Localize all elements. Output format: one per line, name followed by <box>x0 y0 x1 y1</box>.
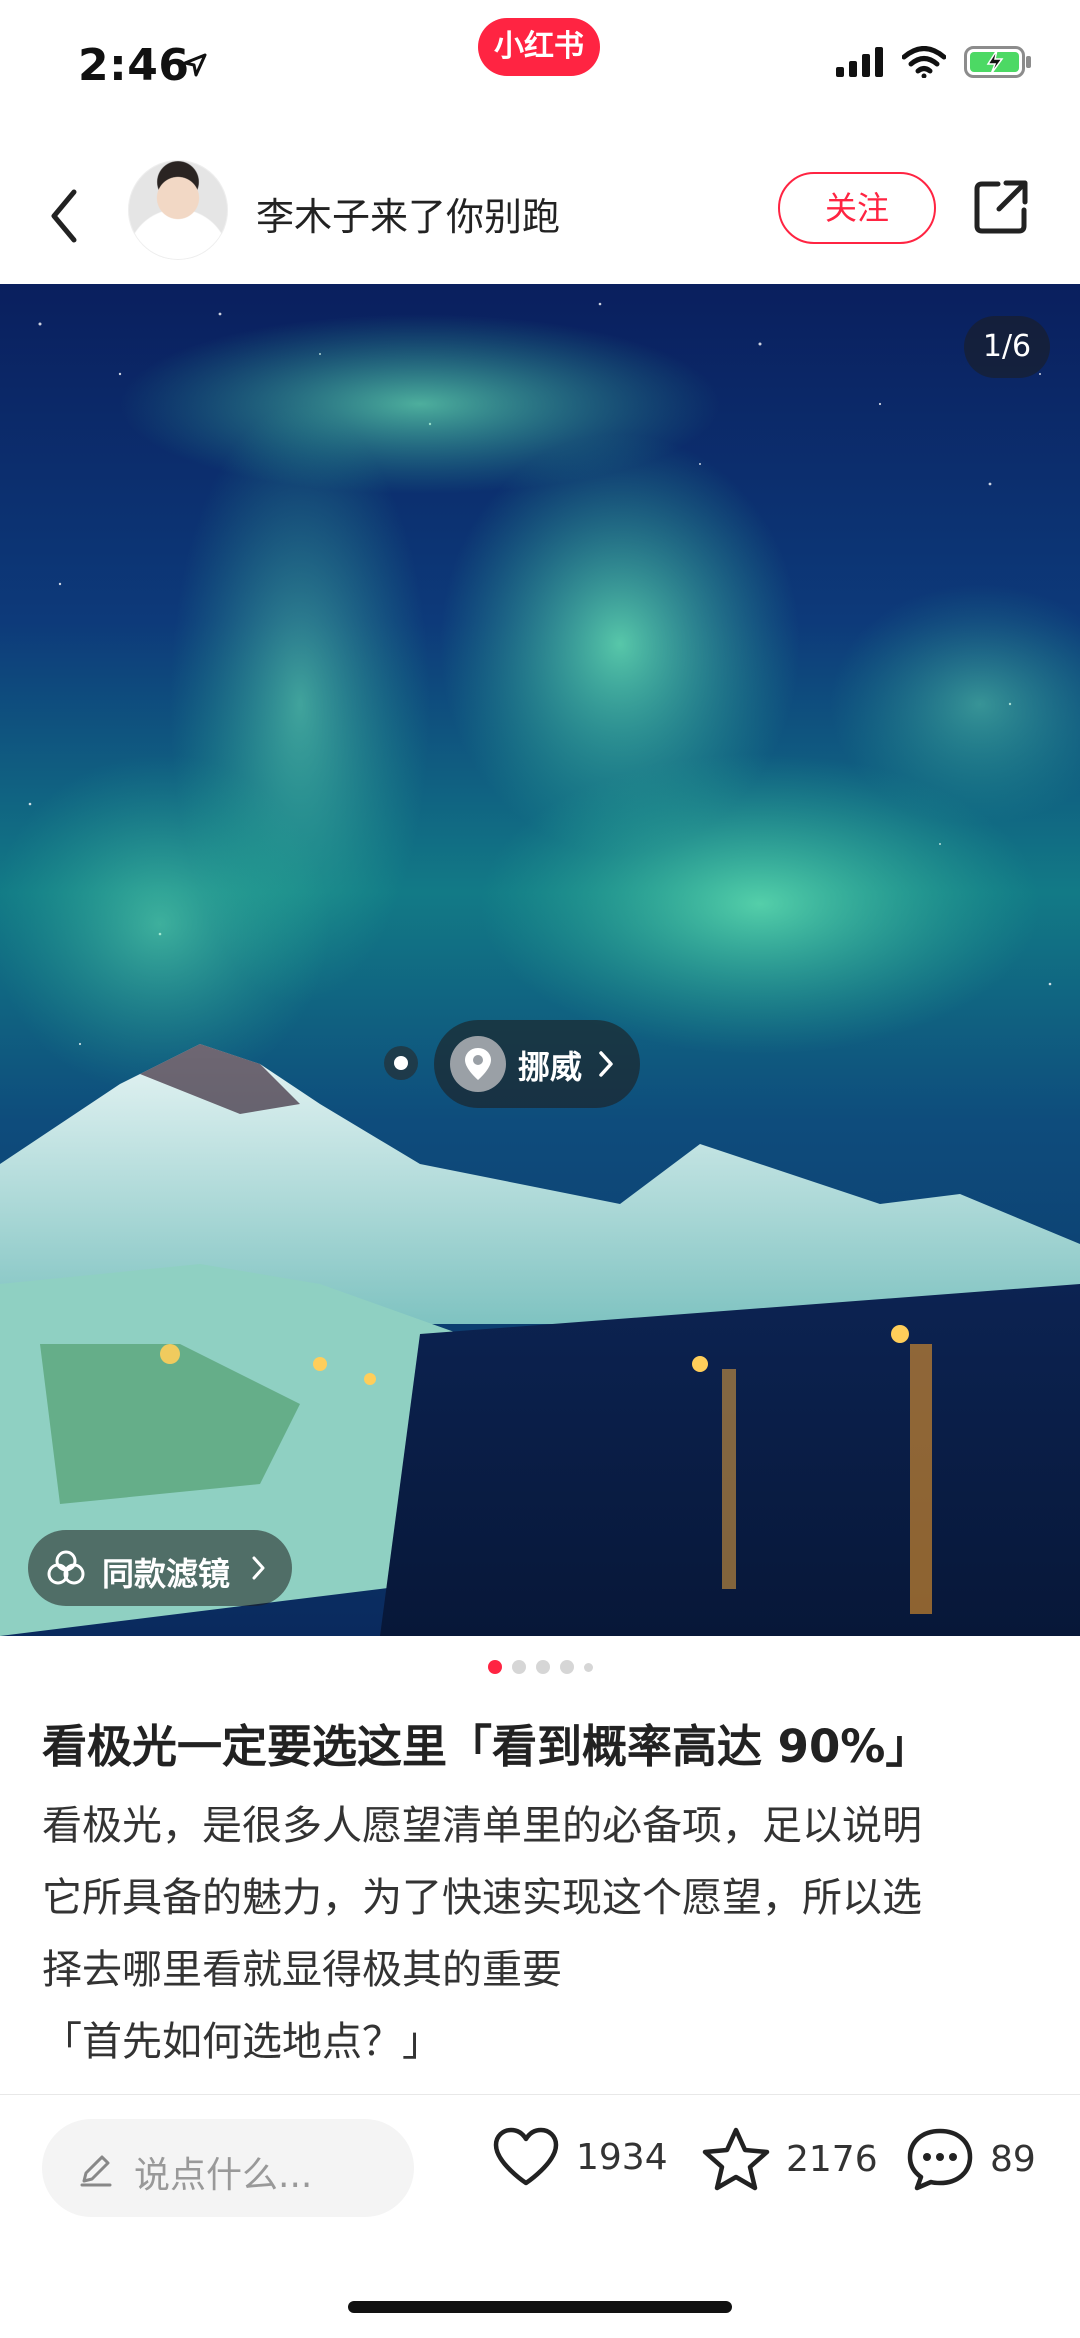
note-photo[interactable]: 1/6 挪威 同款滤镜 <box>0 284 1080 1636</box>
aurora-landscape-image <box>0 302 1080 1636</box>
follow-button[interactable]: 关注 <box>778 172 936 244</box>
comments-button[interactable]: 89 <box>904 2125 1036 2193</box>
like-button[interactable]: 1934 <box>490 2125 668 2189</box>
location-pin-icon <box>450 1036 506 1092</box>
comment-input[interactable]: 说点什么... <box>42 2119 414 2217</box>
app-badge: 小红书 <box>478 18 600 76</box>
filter-icon <box>47 1550 85 1585</box>
comment-placeholder: 说点什么... <box>134 2155 313 2196</box>
author-name[interactable]: 李木子来了你别跑 <box>256 186 560 241</box>
image-counter: 1/6 <box>964 316 1050 378</box>
status-bar: 2:46 小红书 <box>0 0 1080 140</box>
comment-icon <box>907 2128 973 2191</box>
heart-icon <box>493 2127 559 2186</box>
home-indicator[interactable] <box>348 2301 732 2313</box>
back-icon[interactable] <box>40 178 90 254</box>
note-title: 看极光一定要选这里「看到概率高达 90%」 <box>42 1720 931 1773</box>
note-body-line: 它所具备的魅力，为了快速实现这个愿望，所以选 <box>42 1875 922 1921</box>
collect-button[interactable]: 2176 <box>700 2125 878 2193</box>
chevron-right-icon <box>252 1556 265 1580</box>
location-arrow-icon <box>183 53 207 77</box>
wifi-icon <box>902 46 946 78</box>
status-icons <box>836 46 1032 78</box>
location-label: 挪威 <box>518 1048 583 1086</box>
status-time: 2:46 <box>78 40 190 91</box>
pager-dot <box>511 1660 526 1674</box>
share-icon[interactable] <box>972 178 1030 236</box>
chevron-right-icon <box>599 1051 613 1077</box>
note-body-line: 看极光，是很多人愿望清单里的必备项，足以说明 <box>42 1803 922 1849</box>
pen-icon <box>80 2155 112 2187</box>
signal-icon <box>836 47 883 77</box>
bottom-action-bar: 说点什么... 1934 2176 89 <box>0 2094 1080 2338</box>
comment-count: 89 <box>990 2138 1036 2180</box>
image-pager <box>0 1660 1080 1674</box>
author-avatar[interactable] <box>128 160 228 260</box>
filter-label: 同款滤镜 <box>102 1555 231 1593</box>
same-filter-button[interactable]: 同款滤镜 <box>28 1530 292 1606</box>
like-count: 1934 <box>576 2136 668 2178</box>
location-tag[interactable]: 挪威 <box>434 1020 640 1108</box>
note-body-line: 「首先如何选地点？」 <box>42 2019 442 2065</box>
note-body: 看极光，是很多人愿望清单里的必备项，足以说明 它所具备的魅力，为了快速实现这个愿… <box>42 1790 1042 2078</box>
pager-dot <box>559 1660 574 1674</box>
location-dot <box>384 1046 418 1080</box>
note-body-line: 择去哪里看就显得极其的重要 <box>42 1947 562 1993</box>
battery-charging-icon <box>964 46 1031 78</box>
star-icon <box>702 2127 770 2191</box>
pager-dot <box>583 1662 593 1672</box>
collect-count: 2176 <box>786 2138 878 2180</box>
pager-dot-active <box>487 1660 502 1674</box>
pager-dot <box>535 1660 550 1674</box>
note-header: 李木子来了你别跑 关注 <box>0 148 1080 284</box>
